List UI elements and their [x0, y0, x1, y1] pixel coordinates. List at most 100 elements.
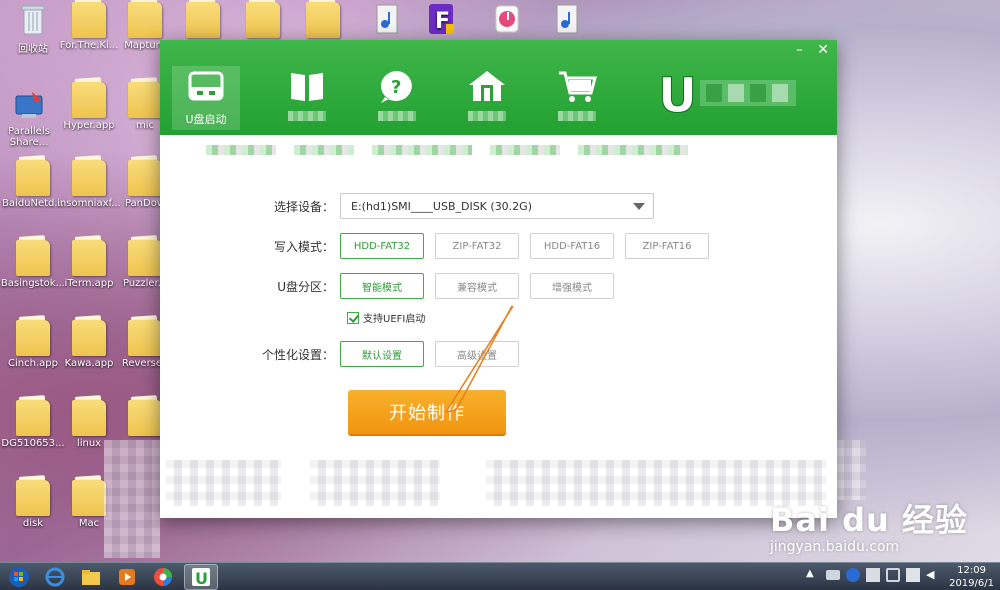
- help-tray-icon[interactable]: [846, 568, 860, 582]
- recycle-bin-icon: [16, 2, 50, 38]
- cart-icon: [532, 66, 622, 108]
- partition-row: U盘分区： 智能模式 兼容模式 增强模式: [160, 273, 837, 299]
- folder-icon: [72, 320, 106, 356]
- taskbar-browser[interactable]: [146, 564, 180, 590]
- device-select-value: E:(hd1)SMI____USB_DISK (30.2G): [351, 199, 532, 213]
- folder-icon: [72, 480, 106, 516]
- watermark-main: Bai du 经验: [770, 501, 968, 539]
- default-settings-button[interactable]: 默认设置: [340, 341, 424, 367]
- start-button[interactable]: [2, 564, 36, 590]
- keyboard-icon[interactable]: [826, 570, 840, 580]
- tray-arrow-icon[interactable]: ▲: [806, 568, 820, 582]
- nav-tab-shop[interactable]: [532, 66, 622, 130]
- clock-date: 2019/6/1: [949, 578, 994, 589]
- device-select[interactable]: E:(hd1)SMI____USB_DISK (30.2G): [340, 193, 654, 219]
- purple-f-app-icon: F: [424, 2, 458, 38]
- folder-icon: [72, 400, 106, 436]
- advanced-settings-button[interactable]: 高级设置: [435, 341, 519, 367]
- taskbar-ie[interactable]: [38, 564, 72, 590]
- shield-icon[interactable]: [866, 568, 880, 582]
- window-controls: – ✕: [786, 42, 829, 58]
- main-nav: U盘启动 ?: [172, 66, 622, 130]
- device-label: 选择设备：: [273, 199, 334, 214]
- folder-icon: [72, 82, 106, 118]
- folder-icon: [72, 240, 106, 276]
- folder-icon: [72, 160, 106, 196]
- app-logo: U: [654, 68, 804, 125]
- folder-icon: [128, 240, 162, 276]
- write-mode-row: 写入模式： HDD-FAT32 ZIP-FAT32 HDD-FAT16 ZIP-…: [160, 233, 837, 259]
- audio-file-icon: [550, 2, 584, 38]
- audio-file-icon: [370, 2, 404, 38]
- clock-time: 12:09: [957, 565, 986, 576]
- write-mode-label: 写入模式：: [273, 239, 334, 254]
- uefi-option[interactable]: 支持UEFI启动: [347, 310, 425, 325]
- folder-icon: [246, 2, 280, 38]
- folder-icon: [82, 570, 100, 585]
- partition-smart-mode[interactable]: 智能模式: [340, 273, 424, 299]
- usb-tool-app-icon: U: [192, 568, 210, 588]
- folder-icon: [128, 160, 162, 196]
- folder-icon: [128, 2, 162, 38]
- desktop-icon-folder[interactable]: [230, 2, 296, 40]
- flag-icon[interactable]: [906, 568, 920, 582]
- write-mode-hdd-fat32[interactable]: HDD-FAT32: [340, 233, 424, 259]
- taskbar: U ▲ ◀ 12:09 2019/6/1: [0, 562, 1000, 590]
- partition-compat-mode[interactable]: 兼容模式: [435, 273, 519, 299]
- baidu-jingyan-watermark: Bai du 经验 jingyan.baidu.com: [770, 495, 968, 555]
- internet-explorer-icon: [45, 567, 65, 587]
- folder-icon: [306, 2, 340, 38]
- obscured-footer-mid: [310, 460, 440, 506]
- nav-tab-label: [532, 111, 622, 124]
- write-mode-zip-fat16[interactable]: ZIP-FAT16: [625, 233, 709, 259]
- folder-icon: [128, 400, 162, 436]
- nav-tab-label: [262, 111, 352, 124]
- partition-label: U盘分区：: [277, 279, 334, 294]
- desktop-icon-itunes[interactable]: [474, 2, 540, 40]
- usb-drive-icon: [172, 66, 240, 108]
- folder-icon: [72, 2, 106, 38]
- nav-tab-tutorial[interactable]: [262, 66, 352, 130]
- start-make-button[interactable]: 开始制作: [348, 390, 506, 434]
- nav-tab-label: [352, 111, 442, 124]
- taskbar-clock[interactable]: 12:09 2019/6/1: [949, 564, 994, 590]
- folder-icon: [16, 240, 50, 276]
- folder-icon: [16, 400, 50, 436]
- write-mode-hdd-fat16[interactable]: HDD-FAT16: [530, 233, 614, 259]
- logo-letter: U: [658, 68, 697, 118]
- desktop-icon-app-f[interactable]: F: [408, 2, 474, 40]
- taskbar-usb-tool[interactable]: U: [184, 564, 218, 590]
- network-icon[interactable]: [886, 568, 900, 582]
- nav-tab-label: [442, 111, 532, 124]
- obscured-footer-left: [166, 460, 281, 506]
- partition-enhanced-mode[interactable]: 增强模式: [530, 273, 614, 299]
- nav-tab-usb-boot[interactable]: U盘启动: [172, 66, 240, 130]
- close-button[interactable]: ✕: [817, 42, 829, 58]
- parallels-share-icon: [12, 88, 46, 124]
- browser-icon: [154, 568, 172, 586]
- volume-icon[interactable]: ◀: [926, 568, 940, 582]
- folder-icon: [128, 320, 162, 356]
- taskbar-explorer[interactable]: [74, 564, 108, 590]
- desktop-icon-folder[interactable]: [170, 2, 236, 40]
- folder-icon: [16, 160, 50, 196]
- nav-tab-home[interactable]: [442, 66, 532, 130]
- uefi-label: 支持UEFI启动: [363, 314, 426, 325]
- nav-tab-help[interactable]: ?: [352, 66, 442, 130]
- write-mode-zip-fat32[interactable]: ZIP-FAT32: [435, 233, 519, 259]
- uefi-checkbox[interactable]: [347, 311, 359, 324]
- taskbar-media-player[interactable]: [110, 564, 144, 590]
- desktop-icon-parallels-share[interactable]: Parallels Share...: [0, 88, 62, 148]
- minimize-button[interactable]: –: [796, 42, 803, 58]
- book-icon: [262, 66, 352, 108]
- personal-settings-row: 个性化设置： 默认设置 高级设置: [160, 341, 837, 367]
- obscured-region: [836, 440, 866, 500]
- desktop-icon-audio-file[interactable]: [534, 2, 600, 40]
- desktop-icon-folder[interactable]: [290, 2, 356, 40]
- watermark-url: jingyan.baidu.com: [770, 539, 900, 555]
- home-icon: [442, 66, 532, 108]
- personal-settings-label: 个性化设置：: [261, 347, 334, 362]
- obscured-region: [104, 440, 160, 558]
- folder-icon: [16, 480, 50, 516]
- svg-text:U: U: [195, 569, 208, 588]
